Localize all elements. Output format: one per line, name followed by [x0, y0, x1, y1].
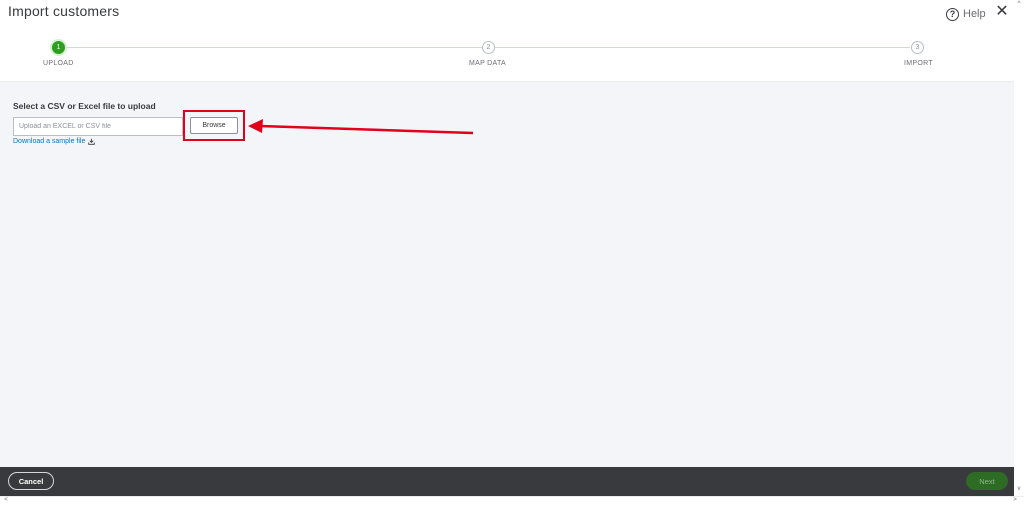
vertical-scrollbar[interactable]: ^ v	[1014, 0, 1024, 496]
browse-button[interactable]: Browse	[190, 117, 238, 134]
step-2-label: MAP DATA	[469, 60, 507, 67]
step-connector	[495, 47, 910, 48]
download-sample-link[interactable]: Download a sample file	[13, 138, 96, 145]
step-2-circle: 2	[482, 41, 495, 54]
download-sample-label: Download a sample file	[13, 138, 86, 145]
arrow-shaft	[259, 124, 474, 135]
next-button[interactable]: Next	[966, 472, 1008, 490]
upload-title: Select a CSV or Excel file to upload	[13, 101, 156, 111]
step-connector	[64, 47, 482, 48]
page-title: Import customers	[8, 3, 120, 19]
scroll-up-arrow[interactable]: ^	[1014, 1, 1024, 7]
import-stepper: 1 UPLOAD 2 MAP DATA 3 IMPORT	[0, 27, 1014, 82]
red-arrow-annotation	[248, 119, 474, 135]
download-icon	[88, 138, 96, 145]
scroll-down-arrow[interactable]: v	[1014, 486, 1024, 492]
question-circle-icon: ?	[946, 7, 959, 21]
upload-panel: Select a CSV or Excel file to upload Bro…	[0, 82, 1014, 467]
cancel-button[interactable]: Cancel	[8, 472, 54, 490]
step-3-circle: 3	[911, 41, 924, 54]
help-label: Help	[963, 8, 986, 20]
scroll-right-arrow[interactable]: >	[1010, 497, 1020, 503]
step-1-label: UPLOAD	[43, 60, 74, 67]
step-1-circle: 1	[52, 41, 65, 54]
arrow-head	[248, 119, 263, 133]
scroll-left-arrow[interactable]: <	[1, 497, 11, 503]
help-button[interactable]: ? Help	[946, 6, 986, 22]
dialog-footer: Cancel Next	[0, 467, 1014, 496]
step-3-label: IMPORT	[904, 60, 933, 67]
dialog-header: Import customers ? Help ✕	[0, 0, 1014, 27]
horizontal-scrollbar[interactable]: < >	[0, 496, 1024, 505]
file-path-input[interactable]	[13, 117, 183, 136]
close-icon[interactable]: ✕	[994, 3, 1010, 21]
